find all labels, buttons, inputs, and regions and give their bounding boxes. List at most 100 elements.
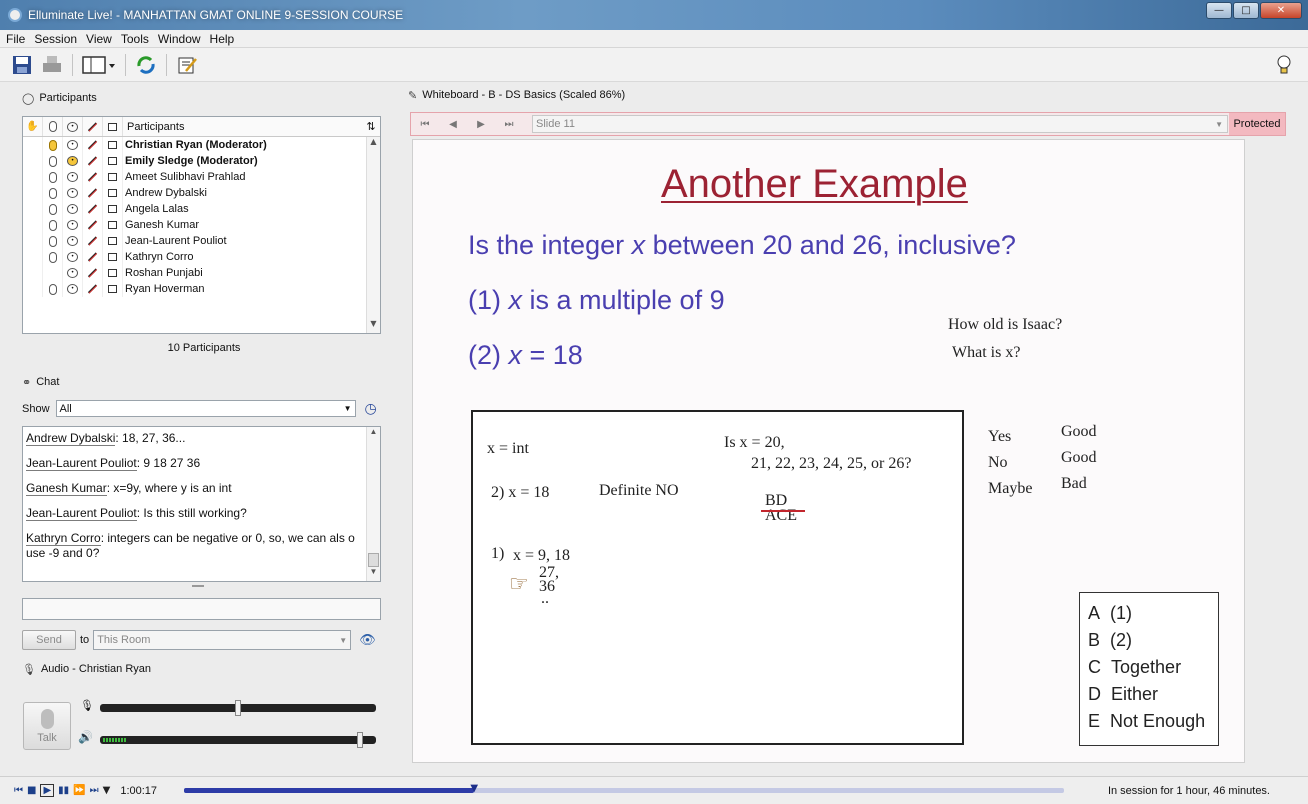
participant-row[interactable]: • Ganesh Kumar — [23, 217, 380, 233]
participant-row[interactable]: • Ryan Hoverman — [23, 281, 380, 297]
layout-icon[interactable] — [81, 54, 117, 76]
stop-icon[interactable]: ■ — [27, 785, 36, 796]
app-share-permission-icon[interactable] — [103, 169, 123, 185]
chat-permission-icon[interactable]: • — [63, 281, 83, 297]
mic-permission-icon[interactable] — [43, 265, 63, 281]
save-icon[interactable] — [10, 54, 34, 76]
menu-view[interactable]: View — [86, 32, 112, 46]
chat-permission-icon[interactable]: • — [63, 265, 83, 281]
playback-position-marker[interactable]: ▼ — [470, 783, 478, 797]
hand-icon[interactable]: ✋ — [23, 117, 43, 136]
mic-volume-thumb[interactable] — [235, 700, 241, 716]
slide-select[interactable]: Slide 11 ▼ — [532, 115, 1228, 133]
mic-permission-icon[interactable] — [43, 169, 63, 185]
app-share-permission-icon[interactable] — [103, 153, 123, 169]
whiteboard-permission-icon[interactable] — [83, 169, 103, 185]
first-slide-icon[interactable]: ⏮ — [411, 119, 439, 130]
speaker-volume-thumb[interactable] — [356, 732, 363, 748]
sort-icon[interactable]: ⇅ — [362, 120, 380, 133]
close-button[interactable]: ✕ — [1260, 2, 1302, 19]
whiteboard-permission-icon[interactable] — [83, 153, 103, 169]
speaker-volume-slider[interactable] — [100, 732, 376, 748]
chat-column-icon[interactable]: • — [63, 117, 83, 136]
whiteboard-permission-icon[interactable] — [83, 281, 103, 297]
eye-icon[interactable]: 👁 — [359, 633, 376, 648]
participant-row[interactable]: • Roshan Punjabi — [23, 265, 380, 281]
whiteboard-canvas[interactable]: Another Example Is the integer x between… — [412, 139, 1245, 763]
app-share-permission-icon[interactable] — [103, 137, 123, 153]
maximize-button[interactable]: □ — [1233, 2, 1259, 19]
mic-permission-icon[interactable] — [43, 281, 63, 297]
menu-window[interactable]: Window — [158, 32, 201, 46]
participant-row[interactable]: • Kathryn Corro — [23, 249, 380, 265]
clock-icon[interactable]: ◷ — [365, 401, 377, 417]
app-share-permission-icon[interactable] — [103, 201, 123, 217]
app-share-permission-icon[interactable] — [103, 249, 123, 265]
mic-permission-icon[interactable] — [43, 201, 63, 217]
chat-permission-icon[interactable]: • — [63, 217, 83, 233]
chat-permission-icon[interactable]: • — [63, 233, 83, 249]
participant-row[interactable]: • Emily Sledge (Moderator) — [23, 153, 380, 169]
mic-permission-icon[interactable] — [43, 249, 63, 265]
send-button[interactable]: Send — [22, 630, 76, 650]
participant-row[interactable]: • Andrew Dybalski — [23, 185, 380, 201]
participants-scrollbar[interactable]: ▲ ▼ — [366, 137, 380, 333]
playback-menu-icon[interactable]: ▼ — [103, 785, 111, 796]
minimize-button[interactable]: — — [1206, 2, 1232, 19]
mic-permission-icon[interactable] — [43, 185, 63, 201]
chat-scrollbar[interactable]: ▲ ▼ — [366, 427, 380, 581]
mic-permission-icon[interactable] — [43, 217, 63, 233]
mic-permission-icon[interactable] — [43, 233, 63, 249]
whiteboard-permission-icon[interactable] — [83, 201, 103, 217]
participant-row[interactable]: • Jean-Laurent Pouliot — [23, 233, 380, 249]
app-share-permission-icon[interactable] — [103, 265, 123, 281]
next-slide-icon[interactable]: ▶ — [467, 119, 495, 130]
play-icon[interactable]: ▶ — [40, 784, 55, 797]
chat-input[interactable] — [22, 598, 381, 620]
chat-log[interactable]: Andrew Dybalski: 18, 27, 36... Jean-Laure… — [22, 426, 381, 582]
app-share-permission-icon[interactable] — [103, 185, 123, 201]
last-slide-icon[interactable]: ⏭ — [495, 119, 523, 130]
mic-volume-slider[interactable] — [100, 700, 376, 716]
show-filter-select[interactable]: All ▼ — [55, 400, 356, 417]
chat-permission-icon[interactable]: • — [63, 153, 83, 169]
chat-permission-icon[interactable]: • — [63, 169, 83, 185]
participant-row[interactable]: • Christian Ryan (Moderator) — [23, 137, 380, 153]
whiteboard-permission-icon[interactable] — [83, 249, 103, 265]
chat-permission-icon[interactable]: • — [63, 249, 83, 265]
recipient-select[interactable]: This Room ▼ — [93, 630, 352, 650]
whiteboard-column-icon[interactable] — [83, 117, 103, 136]
mic-permission-icon[interactable] — [43, 137, 63, 153]
menu-file[interactable]: File — [6, 32, 25, 46]
skip-end-icon[interactable]: ⏭ — [90, 785, 99, 796]
fast-forward-icon[interactable]: ⏩ — [73, 785, 85, 796]
app-share-permission-icon[interactable] — [103, 217, 123, 233]
mic-column-icon[interactable] — [43, 117, 63, 136]
sync-icon[interactable] — [134, 54, 158, 76]
chat-permission-icon[interactable]: • — [63, 185, 83, 201]
chat-permission-icon[interactable]: • — [63, 201, 83, 217]
participants-column-label[interactable]: Participants — [123, 121, 362, 133]
participant-row[interactable]: • Angela Lalas — [23, 201, 380, 217]
mic-permission-icon[interactable] — [43, 153, 63, 169]
help-bulb-icon[interactable] — [1272, 54, 1296, 76]
chat-permission-icon[interactable]: • — [63, 137, 83, 153]
menu-help[interactable]: Help — [210, 32, 235, 46]
menu-session[interactable]: Session — [34, 32, 77, 46]
print-icon[interactable] — [40, 54, 64, 76]
skip-start-icon[interactable]: ⏮ — [14, 785, 23, 796]
playback-progress[interactable]: ▼ — [184, 783, 1064, 794]
splitter-handle[interactable] — [192, 585, 204, 587]
participants-list[interactable]: ✋ • Participants ⇅ • Christian Ryan (Mode… — [22, 116, 381, 334]
whiteboard-permission-icon[interactable] — [83, 137, 103, 153]
talk-button[interactable]: Talk — [23, 702, 71, 750]
whiteboard-permission-icon[interactable] — [83, 217, 103, 233]
pause-icon[interactable]: ▮▮ — [58, 785, 69, 796]
app-share-permission-icon[interactable] — [103, 281, 123, 297]
app-share-column-icon[interactable] — [103, 117, 123, 136]
notes-icon[interactable] — [175, 54, 199, 76]
whiteboard-permission-icon[interactable] — [83, 265, 103, 281]
menu-tools[interactable]: Tools — [121, 32, 149, 46]
whiteboard-permission-icon[interactable] — [83, 185, 103, 201]
app-share-permission-icon[interactable] — [103, 233, 123, 249]
